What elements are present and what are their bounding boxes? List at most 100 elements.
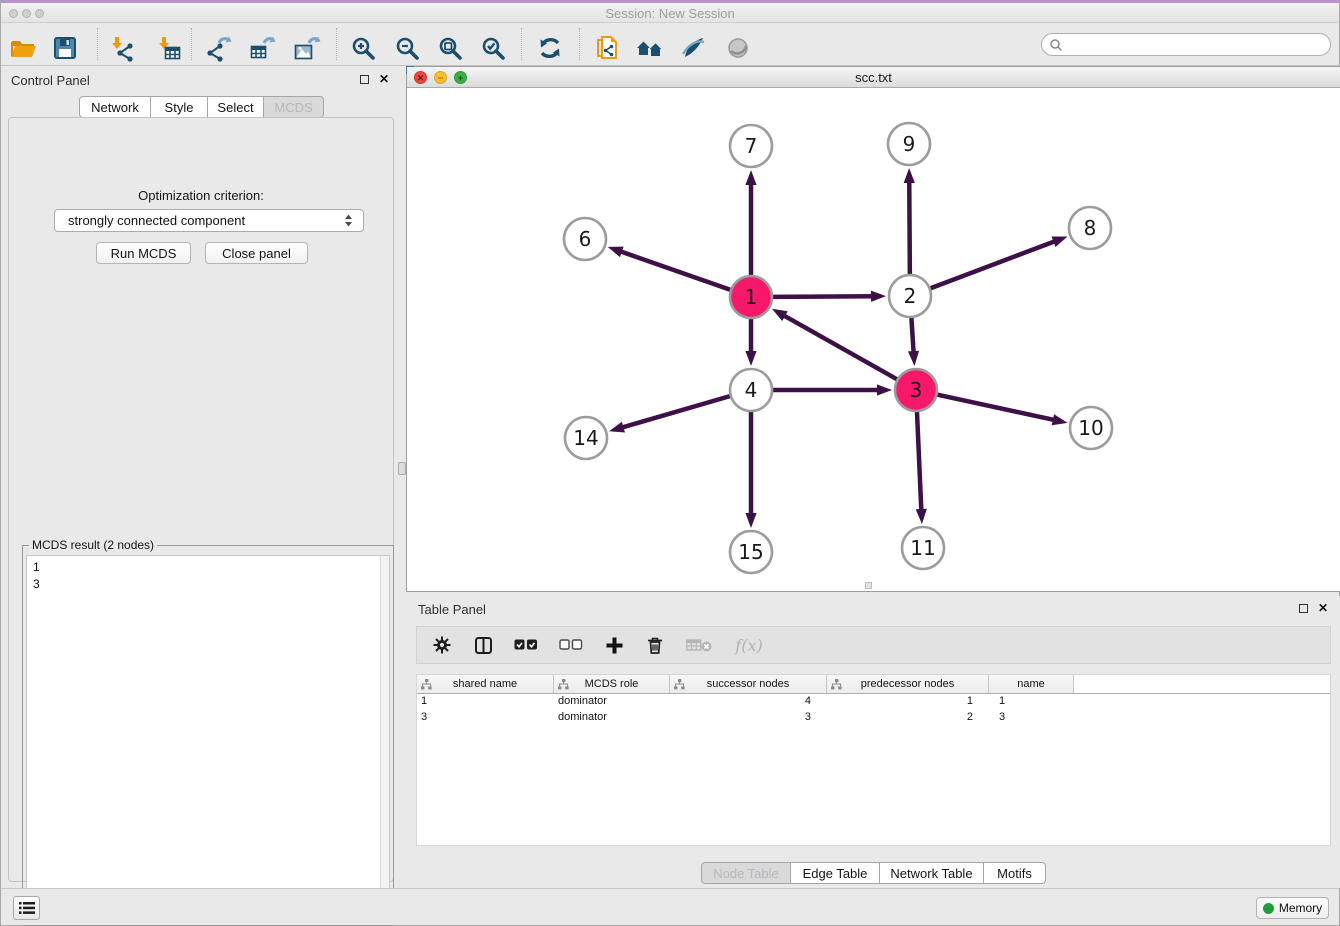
search-input[interactable] <box>1067 36 1330 54</box>
run-mcds-button[interactable]: Run MCDS <box>96 242 191 264</box>
zoom-out-icon[interactable] <box>390 33 424 63</box>
show-columns-icon[interactable] <box>472 634 494 656</box>
table-panel-header: Table Panel ✕ <box>406 596 1340 622</box>
graph-edge-arrowhead <box>772 309 788 321</box>
close-panel-icon[interactable]: ✕ <box>1318 601 1328 615</box>
task-history-button[interactable] <box>13 896 40 920</box>
select-value: strongly connected component <box>68 213 245 228</box>
export-table-icon[interactable] <box>246 33 280 63</box>
column-header-predecessor-nodes[interactable]: predecessor nodes <box>827 675 989 693</box>
open-file-icon[interactable] <box>6 33 40 63</box>
control-panel-tabs: Network Style Select MCDS <box>79 96 324 118</box>
tab-style[interactable]: Style <box>151 96 208 118</box>
tab-network-table[interactable]: Network Table <box>880 862 984 884</box>
float-panel-icon[interactable] <box>360 75 369 84</box>
graph-edge[interactable] <box>937 395 1055 421</box>
control-panel: Control Panel ✕ Network Style Select MCD… <box>1 67 401 888</box>
export-image-icon[interactable] <box>290 33 324 63</box>
table-cell[interactable]: 3 <box>989 710 1074 726</box>
table-cell[interactable]: 2 <box>827 710 989 726</box>
scrollbar-track[interactable] <box>380 556 389 921</box>
graph-node-label: 2 <box>904 284 917 308</box>
table-cell[interactable]: 4 <box>670 694 827 710</box>
graph-edge-arrowhead <box>871 291 886 302</box>
tab-select[interactable]: Select <box>208 96 264 118</box>
table-header-row: shared name MCDS role successor nodes prede… <box>417 675 1330 694</box>
function-builder-icon: f(x) <box>732 634 766 656</box>
graph-edge[interactable] <box>773 296 874 297</box>
graph-edge[interactable] <box>911 318 913 354</box>
mcds-panel: Optimization criterion: strongly connect… <box>8 117 394 882</box>
graph-node-label: 11 <box>910 536 935 560</box>
mcds-result-item[interactable]: 1 <box>33 559 383 576</box>
style-icon[interactable] <box>676 33 710 63</box>
first-neighbors-icon[interactable] <box>633 33 667 63</box>
table-cell[interactable]: 1 <box>989 694 1074 710</box>
save-session-icon[interactable] <box>48 33 82 63</box>
optimization-criterion-label: Optimization criterion: <box>9 188 393 203</box>
optimization-criterion-select[interactable]: strongly connected component <box>54 209 364 232</box>
graph-edge[interactable] <box>619 251 730 290</box>
export-network-icon[interactable] <box>203 33 237 63</box>
tab-motifs[interactable]: Motifs <box>984 862 1046 884</box>
graph-node-label: 6 <box>579 227 592 251</box>
column-header-successor-nodes[interactable]: successor nodes <box>670 675 827 693</box>
mcds-result-item[interactable]: 3 <box>33 576 383 593</box>
delete-columns-icon[interactable] <box>644 634 666 656</box>
refresh-icon[interactable] <box>533 33 567 63</box>
graph-edge[interactable] <box>909 180 910 274</box>
graph-edge-arrowhead <box>745 170 756 185</box>
zoom-selected-icon[interactable] <box>476 33 510 63</box>
main-toolbar <box>1 23 1339 66</box>
table-cell[interactable]: 3 <box>417 710 554 726</box>
network-view-window: ✕ − + scc.txt 7968124314101511 <box>406 66 1340 592</box>
graph-edge[interactable] <box>621 396 730 428</box>
memory-button[interactable]: Memory <box>1256 897 1329 919</box>
float-panel-icon[interactable] <box>1299 604 1308 613</box>
import-network-icon[interactable] <box>104 33 138 63</box>
table-row[interactable]: 3dominator323 <box>417 710 1330 726</box>
tab-node-table[interactable]: Node Table <box>701 862 791 884</box>
column-header-shared-name[interactable]: shared name <box>417 675 554 693</box>
table-cell[interactable]: 3 <box>670 710 827 726</box>
mcds-result-list[interactable]: 13 <box>26 555 390 922</box>
import-table-icon[interactable] <box>151 33 185 63</box>
table-cell[interactable]: 1 <box>827 694 989 710</box>
zoom-in-icon[interactable] <box>346 33 380 63</box>
search-field[interactable] <box>1041 33 1331 56</box>
close-panel-button[interactable]: Close panel <box>205 242 308 264</box>
graph-node-label: 9 <box>903 132 916 156</box>
memory-status-icon <box>1263 903 1274 914</box>
network-title: scc.txt <box>407 70 1340 85</box>
tab-mcds[interactable]: MCDS <box>264 96 324 118</box>
clone-network-icon[interactable] <box>590 33 624 63</box>
tab-edge-table[interactable]: Edge Table <box>791 862 880 884</box>
network-canvas[interactable]: 7968124314101511 <box>407 88 1340 591</box>
create-column-icon[interactable] <box>603 634 625 656</box>
deselect-all-columns-icon[interactable] <box>558 634 584 656</box>
graph-node-label: 4 <box>745 378 758 402</box>
zoom-fit-icon[interactable] <box>433 33 467 63</box>
table-row[interactable]: 1dominator411 <box>417 694 1330 710</box>
table-toolbar: f(x) <box>416 626 1331 664</box>
column-header-label: MCDS role <box>585 678 639 690</box>
table-cell[interactable]: 1 <box>417 694 554 710</box>
table-cell[interactable]: dominator <box>554 694 670 710</box>
panel-splitter-handle[interactable] <box>398 462 406 475</box>
graph-edge[interactable] <box>782 315 896 380</box>
toolbar-separator <box>579 28 580 60</box>
table-cell[interactable]: dominator <box>554 710 670 726</box>
tab-network[interactable]: Network <box>79 96 151 118</box>
column-header-MCDS-role[interactable]: MCDS role <box>554 675 670 693</box>
table-options-icon[interactable] <box>431 634 453 656</box>
select-all-columns-icon[interactable] <box>513 634 539 656</box>
column-header-label: successor nodes <box>707 678 790 690</box>
graph-edge-arrowhead <box>609 422 625 433</box>
network-window-titlebar[interactable]: ✕ − + scc.txt <box>407 67 1340 88</box>
column-header-name[interactable]: name <box>989 675 1074 693</box>
graph-edge[interactable] <box>931 241 1057 289</box>
close-panel-icon[interactable]: ✕ <box>379 72 389 86</box>
graph-edge[interactable] <box>917 412 921 512</box>
network-graph: 7968124314101511 <box>407 88 1340 592</box>
canvas-resize-grip[interactable] <box>865 582 872 589</box>
